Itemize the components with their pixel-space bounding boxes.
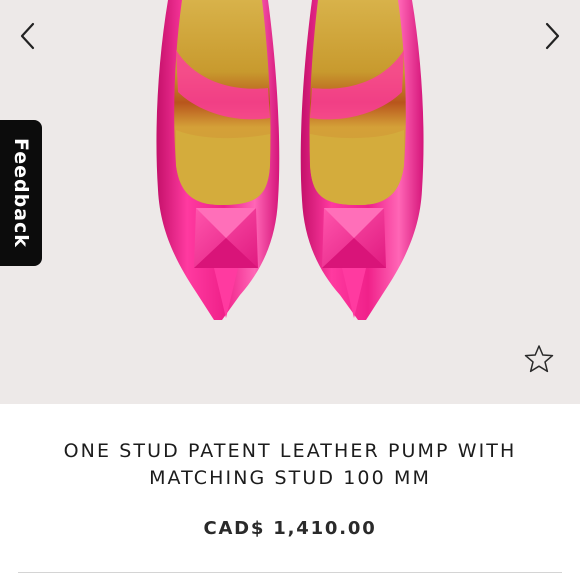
chevron-left-icon [20,22,35,50]
star-outline-icon [524,345,554,373]
product-image-gallery[interactable]: Feedback [0,0,580,404]
right-shoe [300,0,424,320]
product-title: ONE STUD PATENT LEATHER PUMP WITH MATCHI… [63,440,517,489]
next-image-button[interactable] [534,18,570,54]
product-image [156,0,424,320]
feedback-tab[interactable]: Feedback [0,120,42,266]
product-info: ONE STUD PATENT LEATHER PUMP WITH MATCHI… [0,404,580,580]
product-price: CAD$ 1,410.00 [203,518,377,539]
divider [18,572,562,573]
add-to-wishlist-button[interactable] [521,342,557,376]
left-shoe [156,0,280,320]
feedback-label: Feedback [10,138,32,248]
chevron-right-icon [545,22,560,50]
product-page: Feedback ONE STUD PATENT LEATHER PUMP WI… [0,0,580,580]
previous-image-button[interactable] [10,18,46,54]
